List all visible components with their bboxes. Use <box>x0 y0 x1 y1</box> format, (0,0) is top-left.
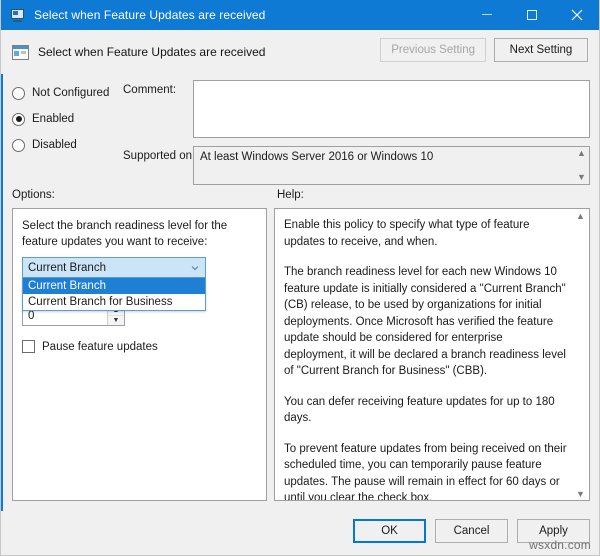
dialog-footer: OK Cancel Apply wsxdn.com <box>1 511 600 555</box>
chevron-up-icon[interactable]: ▲ <box>576 212 585 221</box>
radio-indicator <box>12 87 25 100</box>
supported-on-field: At least Windows Server 2016 or Windows … <box>193 146 590 185</box>
setting-header: Select when Feature Updates are received… <box>1 30 599 74</box>
radio-enabled[interactable]: Enabled <box>12 106 117 132</box>
help-label: Help: <box>277 189 304 201</box>
watermark: wsxdn.com <box>529 538 591 552</box>
state-region: Not Configured Enabled Disabled Comment:… <box>1 74 599 186</box>
setting-nav-buttons: Previous Setting Next Setting <box>380 38 588 62</box>
title-bar: Select when Feature Updates are received <box>1 0 599 30</box>
radio-label: Not Configured <box>32 87 109 99</box>
branch-readiness-combobox[interactable]: Current Branch Current Branch Current Br… <box>22 257 206 278</box>
pause-feature-updates-checkbox[interactable]: Pause feature updates <box>22 340 256 353</box>
radio-label: Enabled <box>32 113 74 125</box>
panels-region: Select the branch readiness level for th… <box>1 208 599 503</box>
policy-window-icon <box>10 8 26 22</box>
window-controls <box>464 0 599 30</box>
radio-not-configured[interactable]: Not Configured <box>12 80 117 106</box>
combobox-option-current-branch[interactable]: Current Branch <box>23 278 205 294</box>
stepper-down-icon[interactable]: ▼ <box>108 316 124 325</box>
checkbox-indicator <box>22 340 35 353</box>
help-paragraph: Enable this policy to specify what type … <box>284 217 567 250</box>
supported-on-value: At least Windows Server 2016 or Windows … <box>200 151 433 163</box>
minimize-button[interactable] <box>464 0 509 30</box>
policy-state-radio-group: Not Configured Enabled Disabled <box>12 80 117 158</box>
cancel-button[interactable]: Cancel <box>435 519 508 543</box>
maximize-button[interactable] <box>509 0 554 30</box>
options-panel: Select the branch readiness level for th… <box>12 208 267 501</box>
defer-days-value: 0 <box>28 310 34 322</box>
comment-input[interactable] <box>193 80 590 138</box>
help-scrollbar[interactable]: ▲ ▼ <box>573 210 588 501</box>
group-policy-dialog: Select when Feature Updates are received… <box>0 0 600 556</box>
help-paragraph: To prevent feature updates from being re… <box>284 441 567 502</box>
policy-setting-icon <box>12 45 29 60</box>
supported-on-label: Supported on: <box>123 150 195 162</box>
ok-button[interactable]: OK <box>353 519 426 543</box>
setting-title: Select when Feature Updates are received <box>38 45 265 59</box>
help-panel: Enable this policy to specify what type … <box>274 208 590 501</box>
panel-labels: Options: Help: <box>1 186 599 208</box>
options-label: Options: <box>12 189 55 201</box>
chevron-down-icon[interactable]: ▼ <box>577 173 586 182</box>
combobox-dropdown-list[interactable]: Current Branch Current Branch for Busine… <box>22 278 206 311</box>
branch-readiness-prompt: Select the branch readiness level for th… <box>22 218 256 250</box>
supported-on-scrollbar[interactable]: ▲ ▼ <box>574 147 589 184</box>
next-setting-button[interactable]: Next Setting <box>494 38 588 62</box>
close-icon[interactable] <box>554 0 599 30</box>
comment-label: Comment: <box>123 84 176 96</box>
chevron-up-icon[interactable]: ▲ <box>577 149 586 158</box>
combobox-display[interactable]: Current Branch <box>22 257 206 278</box>
checkbox-label: Pause feature updates <box>42 341 158 353</box>
combobox-value: Current Branch <box>28 262 106 274</box>
window-title: Select when Feature Updates are received <box>34 8 265 22</box>
radio-disabled[interactable]: Disabled <box>12 132 117 158</box>
help-paragraph: The branch readiness level for each new … <box>284 264 567 380</box>
chevron-down-icon <box>191 264 199 272</box>
help-paragraph: You can defer receiving feature updates … <box>284 394 567 427</box>
radio-indicator <box>12 113 25 126</box>
combobox-option-current-branch-for-business[interactable]: Current Branch for Business <box>23 294 205 310</box>
radio-indicator <box>12 139 25 152</box>
previous-setting-button[interactable]: Previous Setting <box>380 38 486 62</box>
chevron-down-icon[interactable]: ▼ <box>576 490 585 499</box>
radio-label: Disabled <box>32 139 77 151</box>
